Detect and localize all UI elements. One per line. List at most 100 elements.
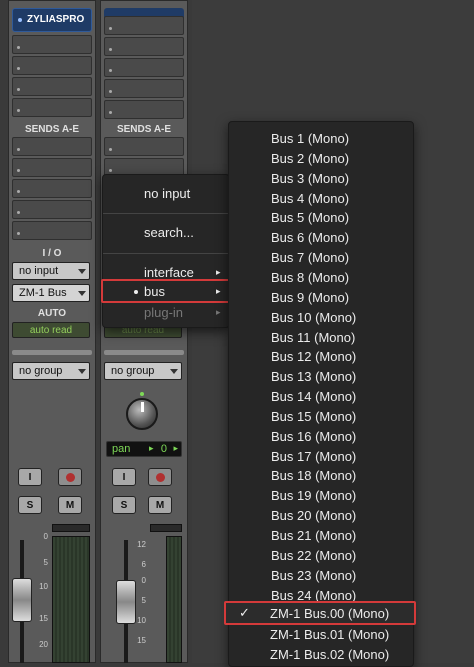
input-monitor-button-1[interactable]: I (18, 468, 42, 486)
track-name-dot (18, 18, 22, 22)
output-selector-1[interactable]: ZM-1 Bus (12, 284, 90, 302)
pan-value: 0 (160, 443, 167, 455)
scale-label: 0 (141, 576, 146, 585)
chevron-down-icon (78, 291, 86, 296)
mute-button-2[interactable]: M (148, 496, 172, 514)
insert-slot[interactable] (104, 16, 184, 35)
insert-slot[interactable] (12, 98, 92, 117)
bus-item[interactable]: Bus 7 (Mono) (271, 250, 349, 265)
chevron-down-icon (170, 369, 178, 374)
group-selector-value: no group (111, 365, 155, 377)
bus-item[interactable]: Bus 16 (Mono) (271, 429, 356, 444)
insert-slot[interactable] (12, 56, 92, 75)
bus-item[interactable]: Bus 23 (Mono) (271, 568, 356, 583)
volume-fader-2[interactable] (116, 580, 136, 624)
menu-item-bus[interactable]: bus ▸ (101, 279, 231, 303)
group-selector-2[interactable]: no group (104, 362, 182, 380)
input-monitor-button-2[interactable]: I (112, 468, 136, 486)
scale-label: 15 (137, 636, 146, 645)
track-name-1[interactable]: ZYLIASPRO (12, 8, 92, 32)
send-slot[interactable] (12, 179, 92, 198)
bus-item[interactable]: Bus 22 (Mono) (271, 548, 356, 563)
bus-item[interactable]: Bus 8 (Mono) (271, 270, 349, 285)
bus-item[interactable]: Bus 21 (Mono) (271, 528, 356, 543)
send-slots-1 (12, 137, 92, 242)
bus-item[interactable]: Bus 5 (Mono) (271, 210, 349, 225)
insert-slot[interactable] (12, 35, 92, 54)
record-icon (155, 473, 165, 482)
bus-item[interactable]: Bus 12 (Mono) (271, 349, 356, 364)
send-slot[interactable] (12, 158, 92, 177)
pan-knob-indicator (141, 402, 144, 412)
bus-item[interactable]: Bus 17 (Mono) (271, 449, 356, 464)
input-selector-1[interactable]: no input (12, 262, 90, 280)
bus-item[interactable]: Bus 6 (Mono) (271, 230, 349, 245)
bus-item[interactable]: Bus 18 (Mono) (271, 468, 356, 483)
menu-separator (103, 213, 229, 214)
chevron-down-icon (78, 369, 86, 374)
bus-item[interactable]: Bus 1 (Mono) (271, 131, 349, 146)
send-slot[interactable] (12, 200, 92, 219)
checkmark-icon: ✓ (239, 605, 250, 620)
bus-item[interactable]: Bus 20 (Mono) (271, 508, 356, 523)
bus-item[interactable]: Bus 2 (Mono) (271, 151, 349, 166)
submenu-arrow-icon: ▸ (216, 286, 221, 296)
scale-label: 0 (43, 532, 48, 541)
send-slot[interactable] (12, 137, 92, 156)
io-label: I / O (42, 248, 62, 259)
bus-item-selected[interactable]: ✓ ZM-1 Bus.00 (Mono) (224, 601, 416, 625)
bus-item[interactable]: Bus 4 (Mono) (271, 191, 349, 206)
bus-item[interactable]: Bus 3 (Mono) (271, 171, 349, 186)
record-enable-button-2[interactable] (148, 468, 172, 486)
insert-slot[interactable] (104, 79, 184, 98)
send-slot[interactable] (104, 137, 184, 156)
menu-item-search[interactable]: search... (144, 225, 194, 240)
insert-slot[interactable] (104, 37, 184, 56)
bus-item[interactable]: Bus 9 (Mono) (271, 290, 349, 305)
clip-indicator-2 (150, 524, 182, 532)
bus-item[interactable]: ZM-1 Bus.02 (Mono) (270, 647, 389, 662)
record-enable-button-1[interactable] (58, 468, 82, 486)
insert-slot[interactable] (12, 77, 92, 96)
pan-knob[interactable] (126, 398, 158, 430)
scale-label: 5 (43, 558, 48, 567)
group-selector-1[interactable]: no group (12, 362, 90, 380)
scale-label: 15 (39, 614, 48, 623)
send-slots-2 (104, 137, 184, 179)
scale-label: 12 (137, 540, 146, 549)
menu-item-plugin[interactable]: plug-in (144, 305, 183, 320)
auto-label: AUTO (37, 308, 67, 319)
bus-item[interactable]: Bus 13 (Mono) (271, 369, 356, 384)
pan-readout[interactable]: pan ▸ 0 ▸ (106, 441, 182, 457)
automation-mode-1[interactable]: auto read (12, 322, 90, 338)
clip-indicator-1 (52, 524, 90, 532)
volume-fader-1[interactable] (12, 578, 32, 622)
solo-button-1[interactable]: S (18, 496, 42, 514)
level-meter-2 (166, 536, 182, 663)
bus-item[interactable]: ZM-1 Bus.01 (Mono) (270, 627, 389, 642)
menu-item-interface[interactable]: interface (144, 265, 194, 280)
sends-label-2: SENDS A-E (116, 124, 172, 135)
send-slot[interactable] (12, 221, 92, 240)
scale-label: 10 (39, 582, 48, 591)
insert-slot[interactable] (104, 100, 184, 119)
bus-item[interactable]: Bus 14 (Mono) (271, 389, 356, 404)
bus-item[interactable]: Bus 15 (Mono) (271, 409, 356, 424)
bus-submenu: Bus 1 (Mono) Bus 2 (Mono) Bus 3 (Mono) Bus … (228, 121, 414, 667)
solo-button-2[interactable]: S (112, 496, 136, 514)
scale-label: 5 (141, 596, 146, 605)
scale-label: 20 (39, 640, 48, 649)
input-selector-value: no input (19, 265, 59, 277)
menu-item-no-input[interactable]: no input (144, 186, 190, 201)
selected-dot-icon (134, 290, 138, 294)
bus-item[interactable]: Bus 10 (Mono) (271, 310, 356, 325)
bus-item[interactable]: Bus 11 (Mono) (271, 330, 355, 345)
mute-button-1[interactable]: M (58, 496, 82, 514)
submenu-arrow-icon: ▸ (216, 307, 221, 317)
bus-item[interactable]: Bus 19 (Mono) (271, 488, 356, 503)
group-selector-value: no group (19, 365, 63, 377)
strip-divider-2 (104, 350, 184, 355)
insert-slot[interactable] (104, 58, 184, 77)
pan-indicator-led (140, 392, 144, 396)
level-meter-1 (52, 536, 90, 663)
